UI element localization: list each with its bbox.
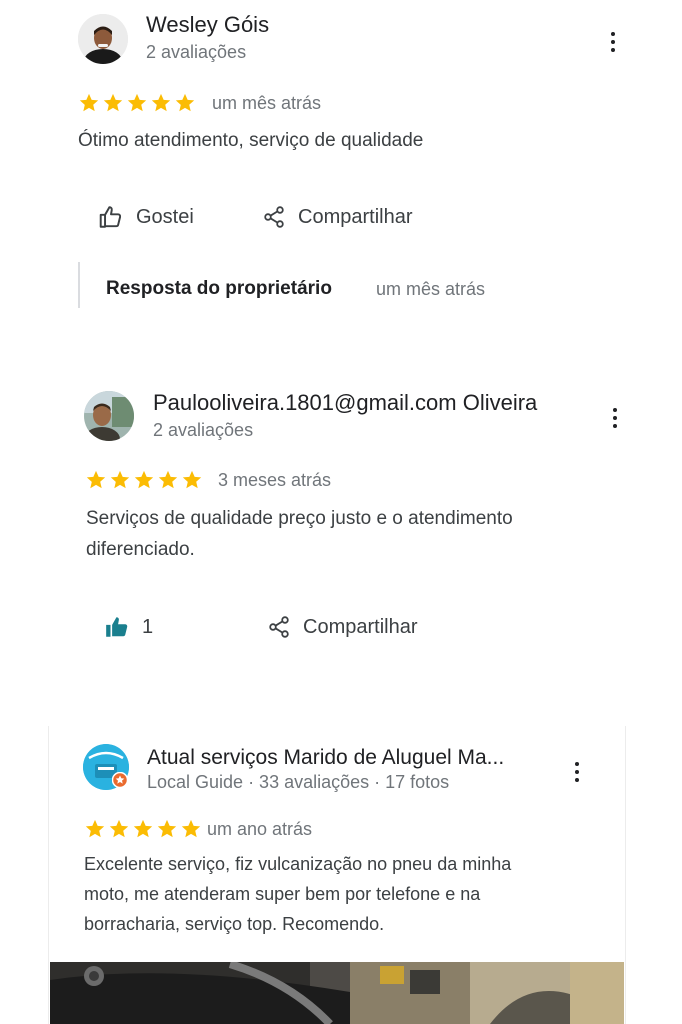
reviewer-meta: 2 avaliações	[153, 420, 254, 440]
star-rating	[85, 469, 203, 491]
more-options-icon[interactable]	[574, 762, 580, 782]
star-icon	[151, 93, 171, 112]
star-icon	[86, 470, 106, 489]
star-rating	[84, 818, 202, 840]
more-options-icon[interactable]	[612, 408, 618, 428]
reviewer-avatar[interactable]	[78, 14, 128, 64]
star-icon	[182, 470, 202, 489]
star-icon	[133, 819, 153, 838]
reviewer-name[interactable]: Atual serviços Marido de Aluguel Ma...	[147, 746, 504, 770]
reviewer-name[interactable]: Wesley Góis	[146, 12, 269, 38]
owner-response: Resposta do proprietário um mês atrás	[78, 262, 602, 308]
more-options-icon[interactable]	[610, 32, 616, 52]
reviewer-meta: 2 avaliações	[146, 42, 247, 62]
star-icon	[109, 819, 129, 838]
star-icon	[110, 470, 130, 489]
star-icon	[157, 819, 177, 838]
share-label: Compartilhar	[303, 615, 418, 638]
reviewer-avatar[interactable]	[84, 391, 134, 441]
like-button[interactable]: Gostei	[98, 204, 194, 230]
star-icon	[85, 819, 105, 838]
share-label: Compartilhar	[298, 205, 413, 228]
owner-response-label: Resposta do proprietário	[106, 278, 332, 299]
reviewer-name[interactable]: Paulooliveira.1801@gmail.com Oliveira	[153, 390, 537, 416]
like-button[interactable]: 1	[104, 614, 153, 640]
star-icon	[79, 93, 99, 112]
review-text-line: Serviços de qualidade preço justo e o at…	[86, 508, 513, 529]
local-guide-badge-icon	[112, 772, 128, 788]
star-icon	[175, 93, 195, 112]
owner-response-time: um mês atrás	[376, 279, 486, 299]
star-icon	[134, 470, 154, 489]
review-time: um ano atrás	[207, 819, 313, 839]
reviewer-meta: Local Guide · 33 avaliações · 17 fotos	[147, 772, 450, 792]
star-icon	[103, 93, 123, 112]
share-icon	[264, 206, 284, 228]
star-icon	[127, 93, 147, 112]
share-icon	[269, 616, 289, 638]
review-text-line: Excelente serviço, fiz vulcanização no p…	[84, 854, 512, 874]
share-button[interactable]: Compartilhar	[262, 204, 412, 230]
review-time: um mês atrás	[212, 93, 322, 113]
thumbs-up-icon	[99, 206, 122, 228]
review-photo[interactable]	[50, 962, 624, 1024]
review-time: 3 meses atrás	[218, 470, 332, 490]
star-rating	[78, 92, 196, 114]
review-text-line: borracharia, serviço top. Recomendo.	[84, 914, 385, 934]
review-text-line: diferenciado.	[86, 539, 195, 560]
review-text-line: moto, me atenderam super bem por telefon…	[84, 884, 481, 904]
star-icon	[181, 819, 201, 838]
star-icon	[158, 470, 178, 489]
like-label: Gostei	[136, 205, 194, 228]
like-count: 1	[142, 615, 154, 638]
review-text: Ótimo atendimento, serviço de qualidade	[78, 130, 424, 151]
thumbs-up-filled-icon	[106, 617, 128, 637]
share-button[interactable]: Compartilhar	[267, 614, 417, 640]
